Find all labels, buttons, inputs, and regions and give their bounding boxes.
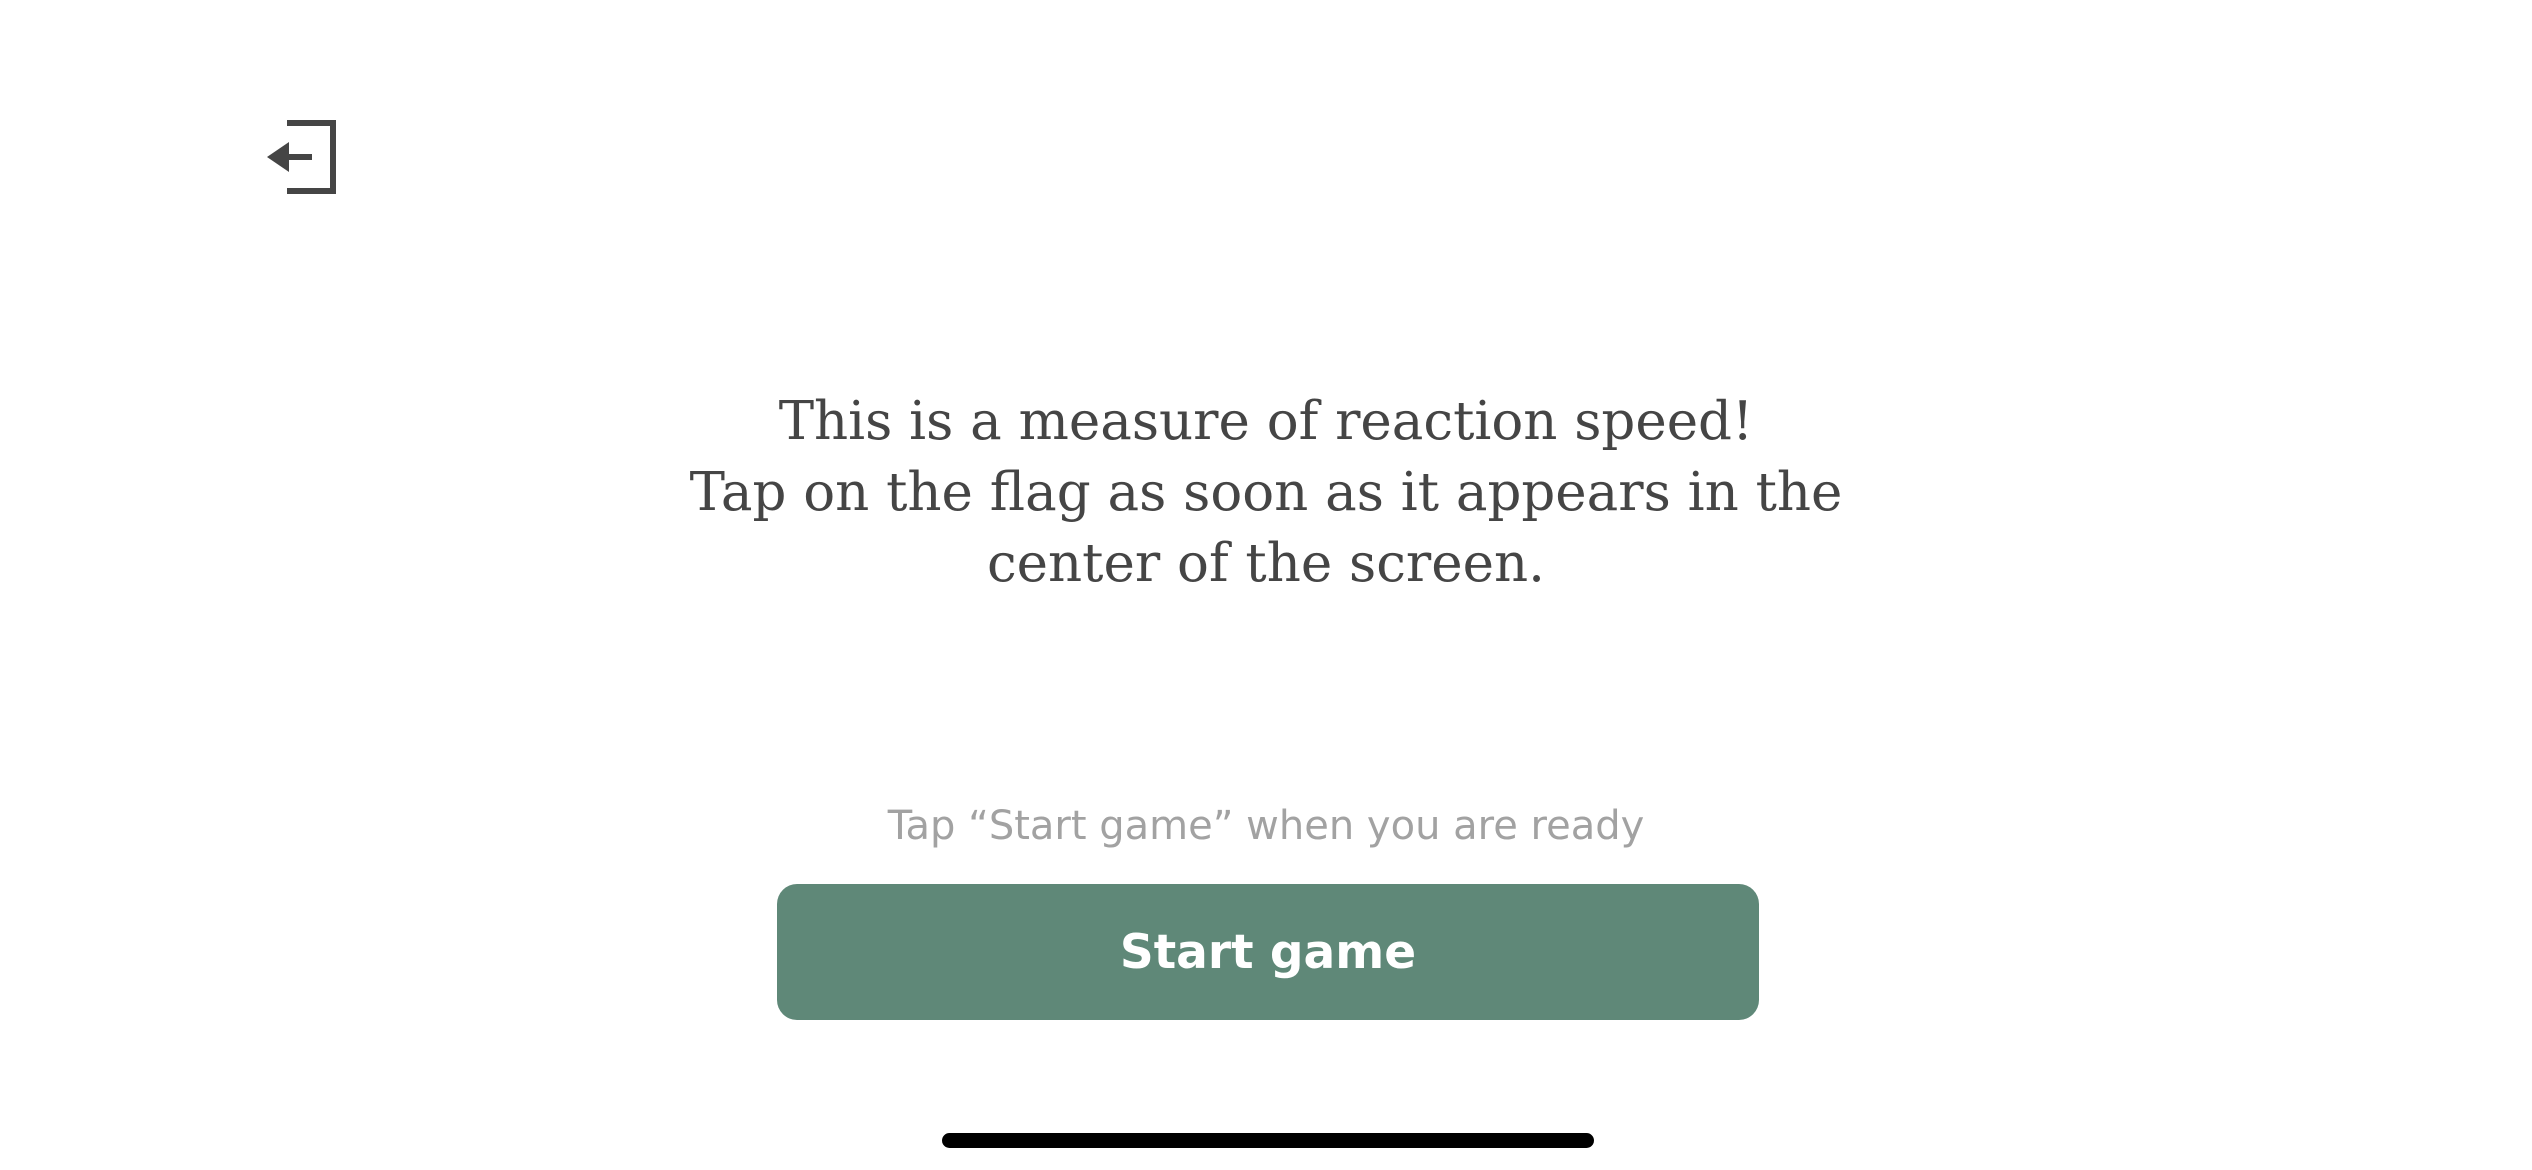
start-game-label: Start game [1119, 924, 1417, 980]
instructions-line-1: This is a measure of reaction speed! [778, 391, 1754, 452]
ready-hint: Tap “Start game” when you are ready [887, 803, 1645, 849]
exit-arrow-left-icon [267, 120, 336, 194]
exit-button[interactable] [256, 112, 346, 202]
home-indicator[interactable] [942, 1133, 1594, 1148]
instructions-line-3: center of the screen. [987, 533, 1545, 594]
instructions-text: This is a measure of reaction speed! Tap… [566, 386, 1966, 599]
instructions-line-2: Tap on the flag as soon as it appears in… [689, 462, 1843, 523]
reaction-test-screen: This is a measure of reaction speed! Tap… [0, 0, 2532, 1170]
start-game-button[interactable]: Start game [777, 884, 1759, 1020]
